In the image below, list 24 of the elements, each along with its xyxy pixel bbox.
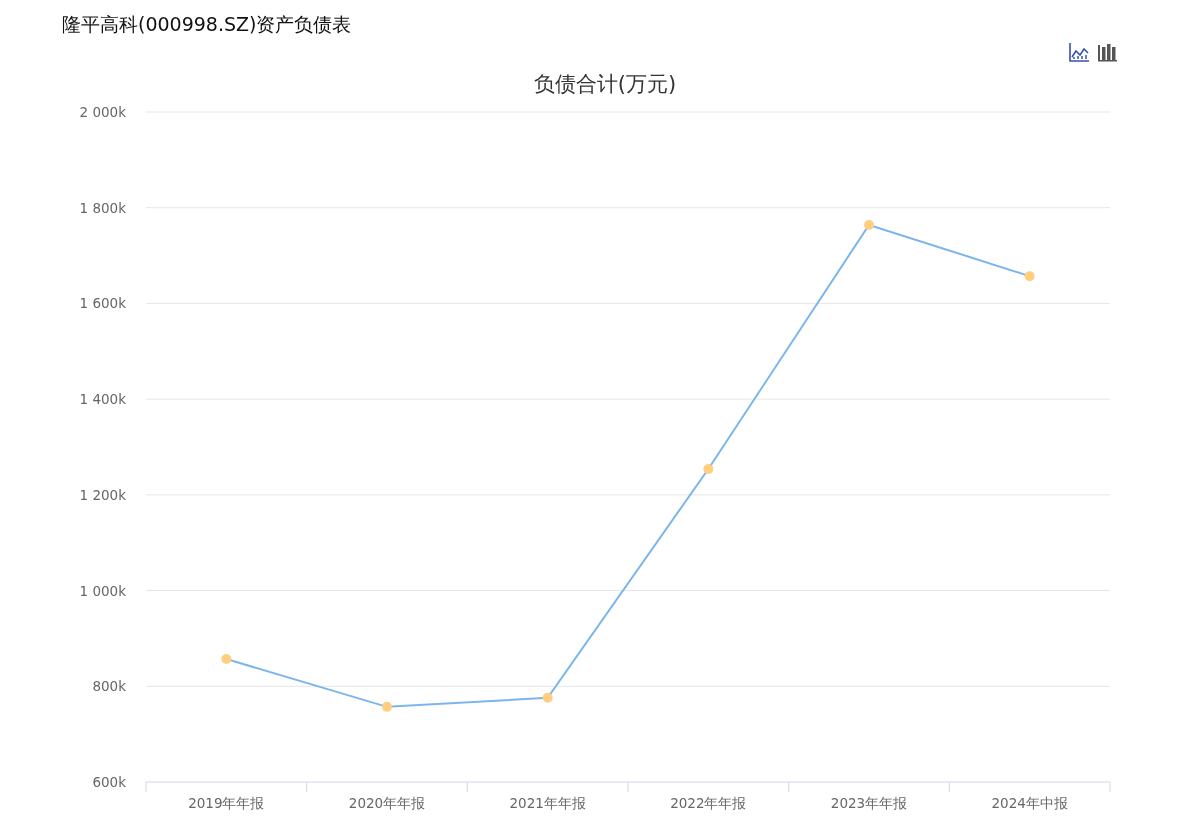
y-axis-label: 1 200k bbox=[79, 486, 126, 503]
y-axis-label: 800k bbox=[92, 678, 126, 695]
data-point bbox=[382, 701, 392, 712]
x-axis-label: 2024年中报 bbox=[991, 795, 1068, 811]
x-axis-label: 2020年年报 bbox=[348, 795, 426, 811]
y-axis-label: 1 600k bbox=[79, 295, 126, 312]
x-axis-label: 2021年年报 bbox=[509, 795, 586, 811]
y-axis-label: 1 400k bbox=[79, 391, 126, 408]
x-axis-label: 2023年年报 bbox=[830, 795, 908, 811]
y-axis-label: 2 000k bbox=[79, 104, 126, 120]
x-axis-label: 2019年年报 bbox=[188, 795, 265, 811]
x-axis-label: 2022年年报 bbox=[670, 795, 747, 811]
y-axis-label: 1 000k bbox=[79, 582, 126, 599]
data-point bbox=[703, 464, 714, 474]
y-axis-label: 600k bbox=[92, 774, 126, 790]
data-point bbox=[542, 692, 553, 703]
y-axis-label: 1 800k bbox=[79, 199, 126, 216]
bar-chart-button[interactable] bbox=[1096, 41, 1118, 63]
data-point bbox=[1024, 271, 1035, 282]
data-point bbox=[221, 654, 232, 664]
line-chart-button[interactable] bbox=[1068, 41, 1090, 63]
chart-title: 负债合计(万元) bbox=[533, 72, 677, 96]
page-title: 隆平高科(000998.SZ)资产负债表 bbox=[61, 12, 352, 37]
data-point bbox=[864, 219, 874, 230]
